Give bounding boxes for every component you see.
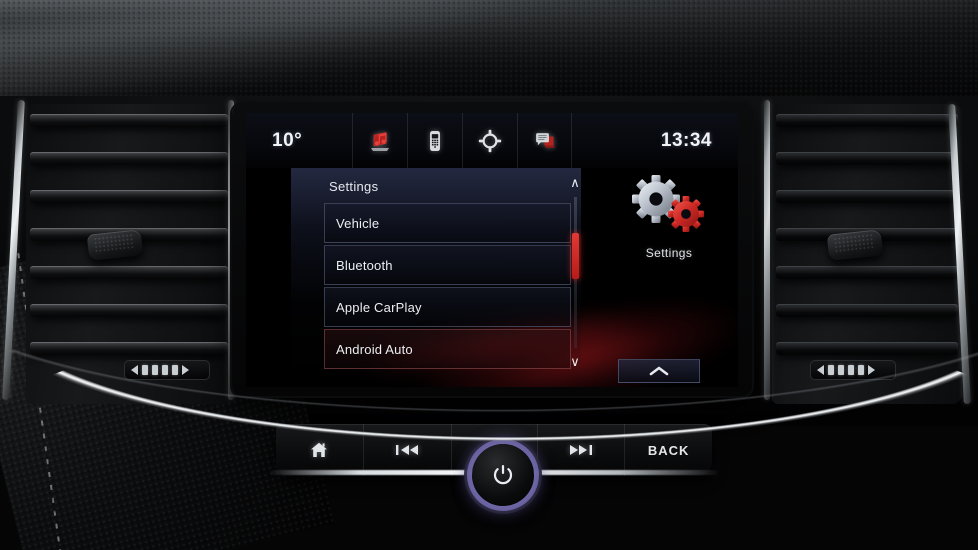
slider-tick: [848, 365, 854, 375]
slider-tick: [172, 365, 178, 375]
settings-logo-caption: Settings: [645, 246, 693, 260]
home-button[interactable]: [276, 424, 364, 476]
status-navigation-button[interactable]: [462, 113, 517, 168]
vent-slat: [30, 342, 228, 355]
phone-icon: [430, 130, 440, 151]
power-volume-knob[interactable]: [472, 444, 534, 506]
status-messages-button[interactable]: [517, 113, 572, 168]
vent-slat: [776, 304, 958, 317]
list-scrollbar[interactable]: ∧ ∨: [564, 176, 586, 369]
outside-temperature: 10°: [272, 129, 303, 151]
scroll-up-arrow-icon[interactable]: ∧: [570, 176, 580, 190]
status-bar: 10° 13:34: [246, 113, 738, 168]
status-radio-button[interactable]: [352, 113, 407, 168]
list-item-bluetooth[interactable]: Bluetooth: [324, 245, 571, 285]
vent-slat: [30, 114, 228, 127]
next-track-button[interactable]: [538, 424, 626, 476]
head-unit-bezel: 10° 13:34 Settings Vehicle Bluetooth App…: [232, 104, 752, 396]
back-button[interactable]: BACK: [625, 424, 712, 476]
air-vent-right[interactable]: [772, 104, 962, 404]
status-phone-button[interactable]: [407, 113, 462, 168]
slider-tick: [828, 365, 834, 375]
slider-tick: [162, 365, 168, 375]
slider-tick: [838, 365, 844, 375]
slider-tick: [142, 365, 148, 375]
list-item-android-auto[interactable]: Android Auto: [324, 329, 571, 369]
arrow-right-icon: [868, 365, 875, 375]
next-track-icon: [569, 445, 592, 455]
messages-icon: [535, 132, 555, 148]
previous-track-button[interactable]: [364, 424, 452, 476]
chevron-up-button[interactable]: [618, 359, 700, 383]
list-item-apple-carplay[interactable]: Apple CarPlay: [324, 287, 571, 327]
settings-logo-block: Settings: [614, 175, 724, 260]
navigation-icon: [478, 129, 502, 152]
vent-slat: [30, 152, 228, 165]
arrow-right-icon: [182, 365, 189, 375]
touchscreen-display[interactable]: 10° 13:34 Settings Vehicle Bluetooth App…: [246, 113, 738, 387]
list-item-label: Apple CarPlay: [336, 299, 422, 315]
scroll-down-arrow-icon[interactable]: ∨: [570, 355, 580, 369]
air-vent-left[interactable]: [26, 104, 232, 404]
vent-slat: [776, 342, 958, 355]
vent-slat: [30, 304, 228, 317]
settings-list-panel: Settings Vehicle Bluetooth Apple CarPlay…: [291, 168, 581, 387]
gears-icon: [632, 175, 704, 232]
vent-slat: [776, 152, 958, 165]
list-item-label: Android Auto: [336, 341, 413, 357]
chrome-trim-vent-right: [764, 100, 770, 400]
arrow-left-icon: [131, 365, 138, 375]
arrow-left-icon: [817, 365, 824, 375]
slider-tick: [858, 365, 864, 375]
dashboard-highlight: [0, 0, 642, 107]
scrollbar-thumb[interactable]: [571, 233, 579, 279]
list-item-label: Vehicle: [336, 215, 380, 231]
settings-list: Vehicle Bluetooth Apple CarPlay Android …: [291, 203, 581, 369]
previous-track-icon: [396, 445, 419, 455]
clock: 13:34: [660, 129, 712, 151]
list-item-vehicle[interactable]: Vehicle: [324, 203, 571, 243]
car-dashboard-scene: 10° 13:34 Settings Vehicle Bluetooth App…: [0, 0, 978, 550]
slider-tick: [152, 365, 158, 375]
vent-airflow-slider-left[interactable]: [124, 360, 210, 380]
radio-media-icon: [371, 131, 389, 151]
status-bar-shortcuts: [352, 113, 572, 168]
vent-slat: [30, 266, 228, 279]
back-button-label: BACK: [647, 442, 690, 458]
vent-slat: [776, 266, 958, 279]
page-title: Settings: [329, 179, 379, 194]
chevron-up-icon: [649, 366, 669, 376]
vent-airflow-slider-right[interactable]: [810, 360, 896, 380]
power-icon: [493, 465, 513, 485]
vent-slat: [776, 190, 958, 203]
vent-slat: [776, 114, 958, 127]
vent-slat: [30, 190, 228, 203]
list-item-label: Bluetooth: [336, 257, 393, 273]
home-icon: [311, 442, 328, 457]
scrollbar-track[interactable]: [571, 197, 579, 348]
